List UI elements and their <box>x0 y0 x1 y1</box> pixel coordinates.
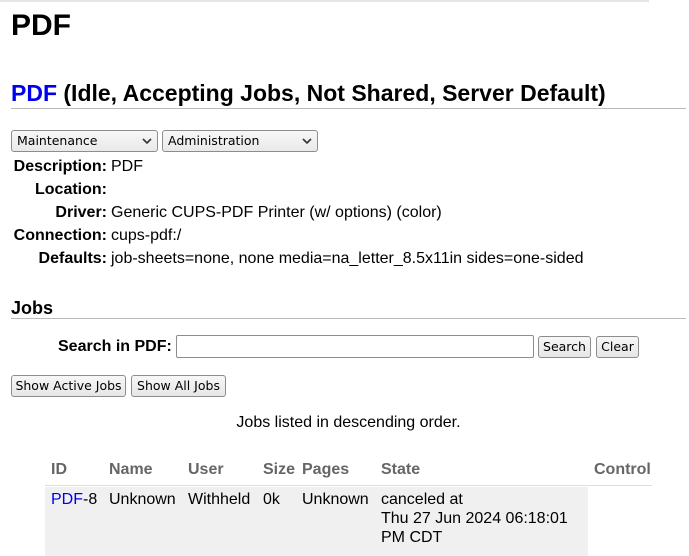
defaults-value: job-sheets=none, none media=na_letter_8.… <box>111 250 584 267</box>
printer-heading: PDF (Idle, Accepting Jobs, Not Shared, S… <box>11 78 606 108</box>
show-active-jobs-button[interactable]: Show Active Jobs <box>11 375 126 397</box>
search-button[interactable]: Search <box>538 336 591 358</box>
administration-select-label: Administration <box>168 133 260 148</box>
location-label: Location: <box>35 181 107 198</box>
column-header-user: User <box>188 461 224 478</box>
driver-row: Driver: Generic CUPS-PDF Printer (w/ opt… <box>11 201 584 224</box>
column-header-pages: Pages <box>302 461 350 478</box>
job-state-line3: PM CDT <box>381 529 443 546</box>
connection-row: Connection: cups-pdf:/ <box>11 224 584 247</box>
maintenance-select-label: Maintenance <box>17 133 98 148</box>
chevron-down-icon <box>302 138 312 145</box>
column-header-name: Name <box>109 461 153 478</box>
maintenance-select[interactable]: Maintenance <box>11 130 158 152</box>
clear-button[interactable]: Clear <box>596 336 639 358</box>
description-label: Description: <box>13 158 107 175</box>
driver-label: Driver: <box>55 204 107 221</box>
printer-info-table: Description: PDF Location: Driver: Gener… <box>11 155 584 270</box>
show-all-jobs-button[interactable]: Show All Jobs <box>131 375 226 397</box>
chevron-down-icon <box>142 138 152 145</box>
printer-name-link[interactable]: PDF <box>11 80 57 106</box>
column-header-control: Control <box>594 461 651 478</box>
job-pages-cell: Unknown <box>302 491 369 508</box>
connection-value: cups-pdf:/ <box>111 227 182 244</box>
job-size-cell: 0k <box>263 491 280 508</box>
job-id-cell: PDF-8 <box>51 490 97 509</box>
heading-divider <box>11 108 686 109</box>
printer-page: PDF PDF (Idle, Accepting Jobs, Not Share… <box>0 0 689 556</box>
column-header-id: ID <box>51 461 67 478</box>
description-row: Description: PDF <box>11 155 584 178</box>
job-user-cell: Withheld <box>188 491 251 508</box>
connection-label: Connection: <box>13 227 107 244</box>
top-border <box>0 0 649 2</box>
description-value: PDF <box>111 158 143 175</box>
column-header-state: State <box>381 461 421 478</box>
defaults-row: Defaults: job-sheets=none, none media=na… <box>11 247 584 270</box>
table-header-divider <box>45 485 652 486</box>
search-input[interactable] <box>176 335 534 358</box>
job-name-cell: Unknown <box>109 491 176 508</box>
jobs-order-note: Jobs listed in descending order. <box>236 414 461 431</box>
printer-status: (Idle, Accepting Jobs, Not Shared, Serve… <box>57 80 606 106</box>
job-state-line2: Thu 27 Jun 2024 06:18:01 <box>381 510 568 527</box>
jobs-heading: Jobs <box>11 298 54 318</box>
job-id-link[interactable]: PDF <box>51 491 83 508</box>
defaults-label: Defaults: <box>38 250 107 267</box>
search-label: Search in PDF: <box>58 338 172 355</box>
job-state-line1: canceled at <box>381 491 463 508</box>
job-id-suffix: -8 <box>83 491 98 508</box>
driver-value: Generic CUPS-PDF Printer (w/ options) (c… <box>111 204 442 221</box>
job-state-cell: canceled at Thu 27 Jun 2024 06:18:01 PM … <box>381 490 568 547</box>
page-title: PDF <box>11 9 71 42</box>
administration-select[interactable]: Administration <box>162 130 318 152</box>
column-header-size: Size <box>263 461 296 478</box>
location-row: Location: <box>11 178 584 201</box>
jobs-divider <box>11 318 686 319</box>
